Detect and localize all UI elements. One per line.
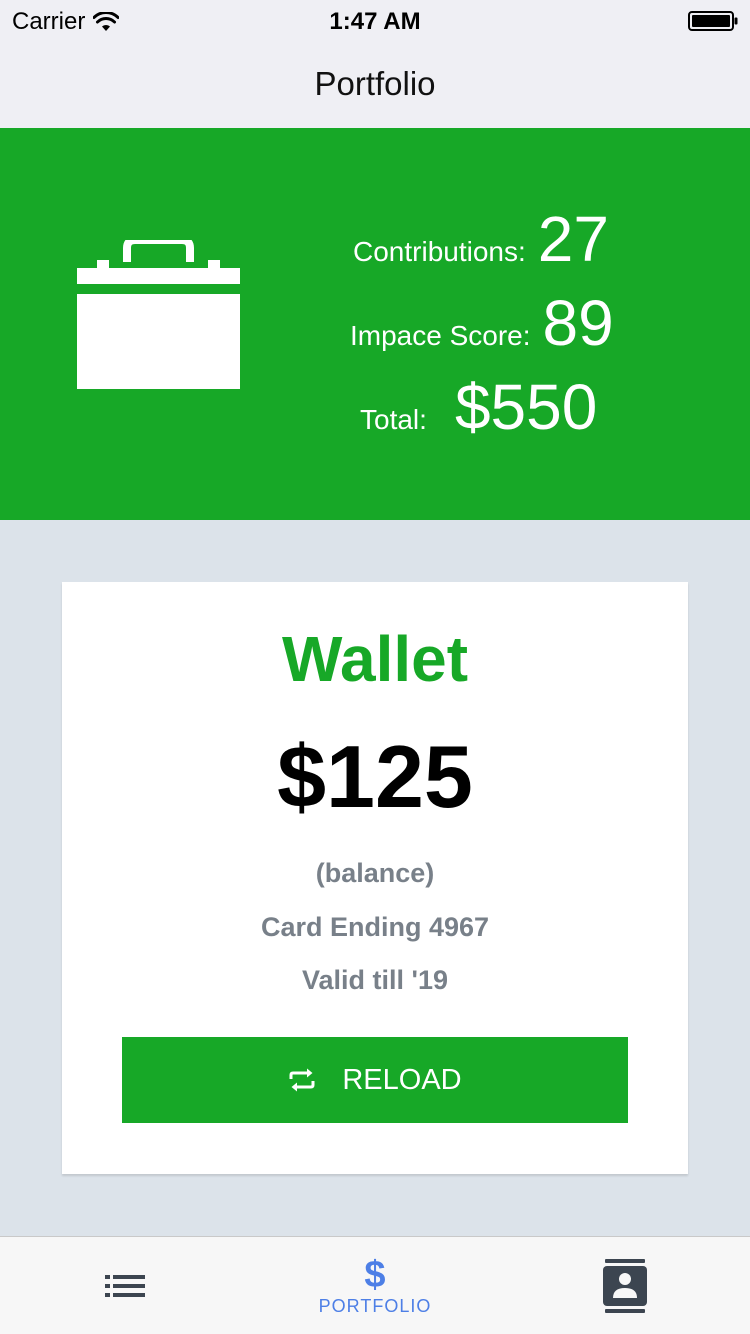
status-bar: Carrier 1:47 AM bbox=[0, 0, 750, 40]
reload-label: RELOAD bbox=[342, 1063, 462, 1096]
nav-bar: Portfolio bbox=[0, 40, 750, 128]
page-title: Portfolio bbox=[314, 65, 436, 102]
tab-contacts[interactable] bbox=[500, 1237, 750, 1334]
wallet-balance: $125 bbox=[277, 727, 473, 826]
balance-caption: (balance) bbox=[315, 858, 435, 888]
contributions-row: Contributions: 27 bbox=[353, 202, 609, 276]
app-root: Carrier 1:47 AM Portfolio Contributions:… bbox=[0, 0, 750, 1334]
card-ending: Card Ending 4967 bbox=[260, 912, 490, 942]
dollar-icon: $ bbox=[364, 1253, 386, 1296]
status-time: 1:47 AM bbox=[329, 8, 421, 35]
impact-score-label: Impace Score: bbox=[350, 320, 531, 351]
briefcase-icon bbox=[77, 240, 240, 389]
wallet-card: Wallet $125 (balance) Card Ending 4967 V… bbox=[62, 582, 688, 1174]
total-row: Total: $550 bbox=[360, 370, 597, 444]
repeat-icon bbox=[289, 1068, 315, 1092]
impact-score-row: Impace Score: 89 bbox=[350, 286, 614, 360]
impact-score-value: 89 bbox=[542, 287, 614, 359]
reload-button[interactable]: RELOAD bbox=[122, 1037, 628, 1123]
list-icon bbox=[105, 1275, 145, 1297]
contributions-value: 27 bbox=[537, 203, 609, 275]
tab-list[interactable] bbox=[0, 1237, 250, 1334]
battery-full-icon bbox=[688, 11, 738, 31]
total-label: Total: bbox=[360, 404, 427, 435]
tab-bar: $ PORTFOLIO bbox=[0, 1236, 750, 1334]
tab-portfolio-label: PORTFOLIO bbox=[318, 1295, 432, 1316]
card-valid-till: Valid till '19 bbox=[302, 965, 448, 995]
contributions-label: Contributions: bbox=[353, 236, 526, 267]
tab-portfolio[interactable]: $ PORTFOLIO bbox=[250, 1237, 500, 1334]
portfolio-summary: Contributions: 27 Impace Score: 89 Total… bbox=[0, 128, 750, 520]
contact-card-icon bbox=[603, 1259, 647, 1313]
wallet-title: Wallet bbox=[281, 623, 469, 695]
total-value: $550 bbox=[454, 371, 598, 443]
